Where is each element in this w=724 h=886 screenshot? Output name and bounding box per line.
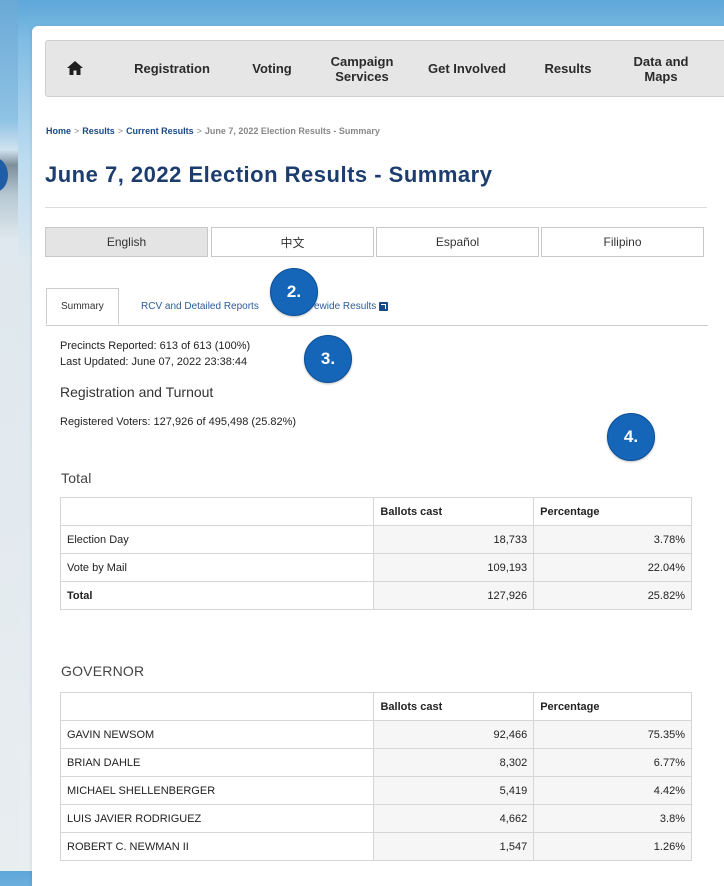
column-header-ballots: Ballots cast [373,692,535,721]
column-header-ballots: Ballots cast [373,497,535,526]
nav-campaign-services[interactable]: Campaign Services [326,41,398,96]
language-filipino-button[interactable]: Filipino [541,227,704,257]
tab-rcv-detailed-reports[interactable]: RCV and Detailed Reports [141,288,259,324]
total-section-title: Total [61,470,92,486]
table-row: Election Day 18,733 3.78% [59,525,692,554]
nav-voting[interactable]: Voting [242,41,302,96]
annotation-badge-2: 2. [270,268,318,316]
candidate-name: ROBERT C. NEWMAN II [59,832,375,861]
candidate-ballots: 8,302 [373,748,535,777]
registered-voters: Registered Voters: 127,926 of 495,498 (2… [60,416,297,428]
table-row: MICHAEL SHELLENBERGER 5,419 4.42% [59,776,692,805]
candidate-percentage: 3.8% [533,804,692,833]
candidate-percentage: 4.42% [533,776,692,805]
candidate-name: GAVIN NEWSOM [59,720,375,749]
candidate-ballots: 1,547 [373,832,535,861]
language-selector: English 中文 Español Filipino [45,227,707,259]
row-percentage: 3.78% [533,525,692,554]
registration-heading: Registration and Turnout [60,384,214,400]
breadcrumb: Home > Results > Current Results > June 7, 202… [46,126,380,136]
tab-statewide-label: ewide Results [314,300,377,312]
breadcrumb-separator: > [196,126,202,136]
column-header-percentage: Percentage [533,497,692,526]
column-header [59,692,375,721]
table-header-row: Ballots cast Percentage [59,497,692,526]
table-row: Vote by Mail 109,193 22.04% [59,553,692,582]
tab-summary[interactable]: Summary [46,288,119,325]
row-ballots: 109,193 [373,553,535,582]
row-ballots: 18,733 [373,525,535,554]
language-chinese-button[interactable]: 中文 [211,227,374,257]
breadcrumb-current: June 7, 2022 Election Results - Summary [204,126,380,136]
main-nav: Registration Voting Campaign Services Ge… [45,40,724,97]
table-row: LUIS JAVIER RODRIGUEZ 4,662 3.8% [59,804,692,833]
candidate-ballots: 4,662 [373,804,535,833]
governor-section-title: GOVERNOR [61,663,145,679]
row-ballots: 127,926 [373,581,535,610]
candidate-name: LUIS JAVIER RODRIGUEZ [59,804,375,833]
row-label: Election Day [59,525,375,554]
annotation-badge-3: 3. [304,335,352,383]
row-label: Total [59,581,375,610]
title-divider [45,207,707,208]
results-tabs: Summary RCV and Detailed Reports ewide R… [46,288,708,326]
nav-data-and-maps[interactable]: Data and Maps [631,41,691,96]
row-percentage: 22.04% [533,553,692,582]
table-row: ROBERT C. NEWMAN II 1,547 1.26% [59,832,692,861]
row-label: Vote by Mail [59,553,375,582]
breadcrumb-home[interactable]: Home [46,126,71,136]
candidate-percentage: 6.77% [533,748,692,777]
candidate-ballots: 92,466 [373,720,535,749]
external-link-icon [379,301,389,311]
row-percentage: 25.82% [533,581,692,610]
nav-results[interactable]: Results [538,41,598,96]
breadcrumb-separator: > [117,126,124,136]
breadcrumb-separator: > [74,126,80,136]
tab-statewide-results[interactable]: ewide Results [314,288,389,324]
nav-get-involved[interactable]: Get Involved [421,41,513,96]
candidate-percentage: 75.35% [533,720,692,749]
precincts-reported: Precincts Reported: 613 of 613 (100%) [60,340,251,352]
background-scenery [0,0,18,871]
page-container: Registration Voting Campaign Services Ge… [32,26,724,886]
nav-registration[interactable]: Registration [120,41,224,96]
candidate-name: MICHAEL SHELLENBERGER [59,776,375,805]
candidate-percentage: 1.26% [533,832,692,861]
table-row-total: Total 127,926 25.82% [59,581,692,610]
breadcrumb-current-results[interactable]: Current Results [126,126,194,136]
home-icon[interactable] [66,59,84,77]
candidate-name: BRIAN DAHLE [59,748,375,777]
column-header-percentage: Percentage [533,692,692,721]
language-english-button[interactable]: English [45,227,208,257]
column-header [59,497,375,526]
table-row: GAVIN NEWSOM 92,466 75.35% [59,720,692,749]
breadcrumb-results[interactable]: Results [82,126,115,136]
governor-table: Ballots cast Percentage GAVIN NEWSOM 92,… [59,692,692,861]
annotation-badge-4: 4. [607,413,655,461]
candidate-ballots: 5,419 [373,776,535,805]
table-row: BRIAN DAHLE 8,302 6.77% [59,748,692,777]
last-updated: Last Updated: June 07, 2022 23:38:44 [60,356,248,368]
table-header-row: Ballots cast Percentage [59,692,692,721]
page-title: June 7, 2022 Election Results - Summary [45,162,493,187]
language-spanish-button[interactable]: Español [376,227,539,257]
total-table: Ballots cast Percentage Election Day 18,… [59,497,692,610]
